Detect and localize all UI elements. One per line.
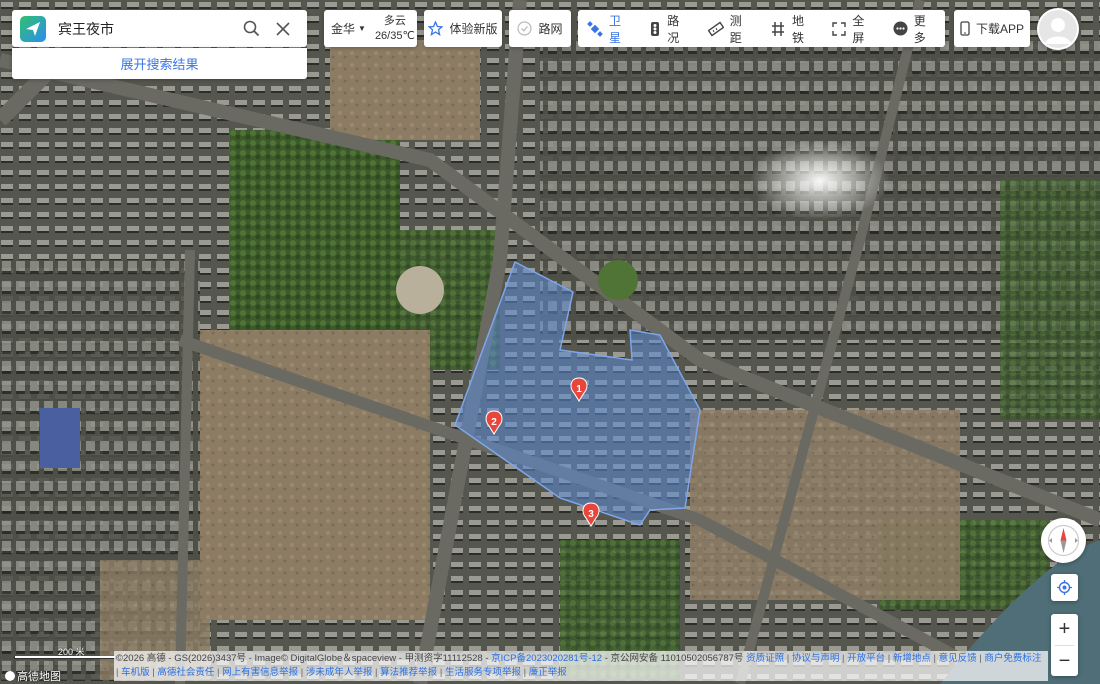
satellite-icon — [587, 20, 603, 37]
search-box — [12, 10, 307, 47]
try-new-version-button[interactable]: 体验新版 — [424, 10, 502, 47]
star-icon — [428, 21, 444, 36]
fullscreen-button[interactable]: 全屏 — [823, 10, 883, 47]
zoom-in-button[interactable]: + — [1051, 614, 1078, 645]
search-icon — [243, 20, 259, 37]
link-separator: | — [437, 667, 445, 678]
scale-line — [14, 656, 116, 659]
footer-link[interactable]: 生活服务专项举报 — [445, 667, 521, 678]
plus-icon: + — [1058, 618, 1071, 640]
satellite-label: 卫星 — [609, 13, 622, 45]
footer-link[interactable]: 高德社会责任 — [157, 667, 214, 678]
expand-results-label: 展开搜索结果 — [120, 57, 199, 72]
link-separator: | — [298, 667, 306, 678]
amap-brand-text: 高德地图 — [17, 671, 61, 683]
link-separator: | — [520, 667, 529, 678]
checkbox-icon — [517, 21, 533, 36]
map-canvas — [0, 0, 1100, 684]
icp-link[interactable]: 京ICP备2023020281号-12 — [491, 653, 602, 664]
download-app-label: 下载APP — [975, 22, 1024, 36]
city-weather-widget[interactable]: 金华 ▼ 多云 26/35℃ — [324, 10, 417, 47]
footer-link[interactable]: 算法推荐举报 — [380, 667, 437, 678]
satellite-layer-button[interactable]: 卫星 — [578, 10, 640, 47]
link-separator: | — [930, 653, 939, 664]
city-name[interactable]: 金华 — [331, 20, 355, 37]
compass-control[interactable] — [1041, 518, 1086, 563]
footer-link[interactable]: 网上有害信息举报 — [222, 667, 298, 678]
traffic-label: 路况 — [667, 13, 680, 45]
footer-link[interactable]: 协议与声明 — [792, 653, 840, 664]
police-record[interactable]: - 京公网安备 11010502056787号 — [602, 653, 746, 664]
link-separator: | — [885, 653, 893, 664]
more-icon — [893, 21, 908, 36]
link-separator: | — [372, 667, 381, 678]
download-app-button[interactable]: 下载APP — [954, 10, 1030, 47]
minus-icon: − — [1058, 650, 1071, 672]
footer-link[interactable]: 涉未成年人举报 — [306, 667, 373, 678]
phone-icon — [960, 21, 970, 36]
link-separator: | — [839, 653, 848, 664]
user-avatar[interactable] — [1037, 8, 1079, 50]
road-network-toggle[interactable]: 路网 — [509, 10, 571, 47]
ruler-icon — [707, 21, 724, 37]
footer-link[interactable]: 新增地点 — [893, 653, 931, 664]
fullscreen-icon — [832, 21, 847, 36]
clear-search-button[interactable] — [267, 13, 299, 45]
locate-icon — [1057, 580, 1072, 595]
traffic-icon — [649, 21, 661, 37]
weather-condition: 多云 — [383, 14, 406, 27]
user-icon — [1039, 10, 1077, 48]
amap-brand[interactable]: 高德地图 — [5, 668, 61, 684]
search-input[interactable] — [56, 19, 235, 38]
zoom-out-button[interactable]: − — [1051, 646, 1078, 677]
satellite-map[interactable]: 1 2 3 — [0, 0, 1100, 684]
copyright-bar: ©2026 高德 - GS(2026)3437号 - Image© Digita… — [114, 651, 1048, 681]
footer-link[interactable]: 意见反馈 — [939, 653, 977, 664]
locate-me-button[interactable] — [1051, 574, 1078, 601]
compass-icon — [1047, 524, 1080, 557]
close-icon — [276, 21, 290, 36]
weather-info: 多云 26/35℃ — [375, 14, 415, 44]
footer-link[interactable]: 资质证照 — [746, 653, 784, 664]
footer-link[interactable]: 开放平台 — [847, 653, 885, 664]
footer-link[interactable]: 商户免费标注 — [984, 653, 1041, 664]
amap-logo-icon[interactable] — [20, 15, 46, 42]
fullscreen-label: 全屏 — [852, 13, 865, 45]
search-button[interactable] — [235, 13, 267, 45]
measure-distance-label: 测距 — [729, 13, 742, 45]
try-new-version-label: 体验新版 — [449, 22, 498, 36]
expand-results-button[interactable]: 展开搜索结果 — [12, 48, 307, 79]
link-separator: | — [784, 653, 792, 664]
amap-brand-icon — [5, 671, 15, 681]
subway-button[interactable]: 地铁 — [761, 10, 823, 47]
scale-bar: 200 米 — [14, 645, 116, 659]
subway-icon — [770, 21, 786, 37]
road-network-label: 路网 — [538, 22, 563, 36]
weather-temperature: 26/35℃ — [374, 29, 415, 42]
zoom-control: + − — [1051, 614, 1078, 676]
subway-label: 地铁 — [792, 13, 805, 45]
chevron-down-icon: ▼ — [358, 24, 366, 33]
footer-link[interactable]: 廉正举报 — [529, 667, 567, 678]
measure-distance-button[interactable]: 测距 — [699, 10, 761, 47]
link-separator: | — [214, 667, 223, 678]
traffic-layer-button[interactable]: 路况 — [640, 10, 698, 47]
more-label: 更多 — [913, 13, 926, 45]
more-button[interactable]: 更多 — [884, 10, 945, 47]
copyright-text: ©2026 高德 - GS(2026)3437号 - Image© Digita… — [116, 653, 492, 664]
footer-link[interactable]: 车机版 — [121, 667, 150, 678]
map-tool-group: 卫星 路况 测距 地铁 全屏 更多 — [578, 10, 945, 47]
